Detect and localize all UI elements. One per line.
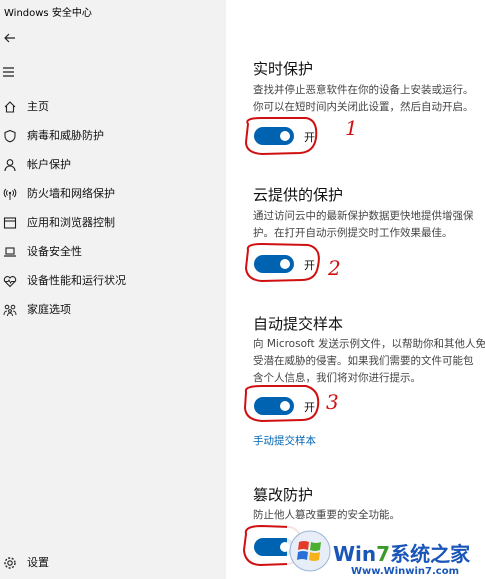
hamburger-icon [3,67,14,77]
sidebar-item-label: 主页 [27,100,49,113]
heart-pulse-icon [3,273,17,288]
sidebar-item-label: 设备安全性 [27,245,82,258]
watermark-url: Www.Winwin7.com [351,566,460,577]
gear-icon [3,555,17,569]
sidebar-item-account-protection[interactable]: 帐户保护 [0,152,226,176]
watermark-brand-7: 7 [376,542,391,566]
section-desc-line: 护。在打开自动示例提交时工作效果最佳。 [253,227,453,239]
sidebar-item-device-security[interactable]: 设备安全性 [0,239,226,263]
app-window-icon [3,215,17,229]
toggle-knob [280,259,290,269]
back-button[interactable] [2,30,18,46]
section-desc-line: 向 Microsoft 发送示例文件，以帮助你和其他人免 [253,338,485,350]
section-title-sample: 自动提交样本 [253,315,344,333]
window-title: Windows 安全中心 [4,8,92,19]
sidebar-item-firewall[interactable]: 防火墙和网络保护 [0,181,226,205]
watermark-brand-win: Win [333,542,377,566]
sidebar-item-label: 帐户保护 [27,158,71,171]
sidebar-item-label: 应用和浏览器控制 [27,216,115,229]
toggle-state-label: 开 [304,131,315,144]
sidebar-item-label: 设备性能和运行状况 [27,274,126,287]
antenna-icon [3,186,17,200]
watermark: Win7系统之家 Www.Winwin7.com [287,522,485,579]
section-title-cloud: 云提供的保护 [253,186,344,204]
section-desc-line: 你可以在短时间内关闭此设置，然后自动开启。 [253,101,474,113]
toggle-state-label: 开 [304,259,315,272]
section-desc-line: 通过访问云中的最新保护数据更快地提供增强保 [253,210,474,222]
annotation-number-3: 3 [326,390,339,414]
sample-submission-toggle[interactable] [254,397,294,415]
sidebar-item-virus-protection[interactable]: 病毒和威胁防护 [0,123,226,147]
family-icon [3,302,17,317]
sidebar-item-settings[interactable]: 设置 [0,550,226,574]
sidebar-item-label: 家庭选项 [27,303,71,316]
sidebar-item-label: 防火墙和网络保护 [27,187,115,200]
annotation-number-2: 2 [328,256,341,280]
submit-sample-manually-link[interactable]: 手动提交样本 [253,433,316,448]
sidebar-item-family-options[interactable]: 家庭选项 [0,297,226,321]
section-title-tamper: 篡改防护 [253,486,314,504]
section-desc-line: 查找并停止恶意软件在你的设备上安装或运行。 [253,84,474,96]
section-title-realtime: 实时保护 [253,60,314,78]
toggle-state-label: 开 [304,401,315,414]
annotation-number-1: 1 [345,116,358,140]
sidebar: Windows 安全中心 主页 病毒和威胁防护 帐户保护 防火墙和网络保护 应用… [0,0,226,579]
person-icon [3,157,17,172]
back-arrow-icon [4,33,15,43]
windows-logo-icon [289,530,331,572]
main-content: 实时保护 查找并停止恶意软件在你的设备上安装或运行。 你可以在短时间内关闭此设置… [226,0,485,579]
sidebar-item-home[interactable]: 主页 [0,94,226,118]
sidebar-item-app-browser-control[interactable]: 应用和浏览器控制 [0,210,226,234]
toggle-knob [280,401,290,411]
section-desc-line: 含个人信息，我们将对你进行提示。 [253,372,421,384]
watermark-brand: Win7系统之家 [333,538,470,567]
sidebar-item-label: 设置 [27,556,49,569]
shield-icon [3,128,17,143]
toggle-knob [280,131,290,141]
cloud-protection-toggle[interactable] [254,255,294,273]
realtime-protection-toggle[interactable] [254,127,294,145]
hamburger-menu-button[interactable] [2,63,18,77]
sidebar-item-device-performance[interactable]: 设备性能和运行状况 [0,268,226,292]
section-desc-line: 受潜在威胁的侵害。如果我们需要的文件可能包 [253,355,474,367]
laptop-icon [3,244,17,258]
home-icon [3,99,17,113]
watermark-brand-cn: 系统之家 [390,542,471,566]
sidebar-item-label: 病毒和威胁防护 [27,129,104,142]
